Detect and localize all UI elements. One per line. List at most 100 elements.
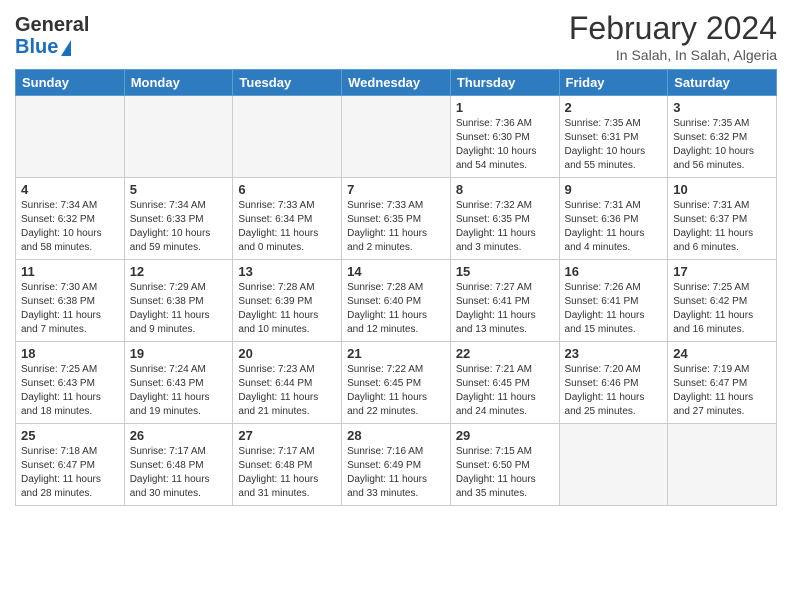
location-subtitle: In Salah, In Salah, Algeria (569, 47, 777, 63)
calendar-cell: 16Sunrise: 7:26 AMSunset: 6:41 PMDayligh… (559, 260, 668, 342)
logo-text-area: General Blue (15, 14, 89, 59)
day-info: Sunrise: 7:35 AMSunset: 6:32 PMDaylight:… (673, 117, 771, 173)
calendar-cell (233, 96, 342, 178)
day-number: 9 (565, 182, 663, 197)
day-info: Sunrise: 7:25 AMSunset: 6:42 PMDaylight:… (673, 281, 771, 337)
calendar-cell (124, 96, 233, 178)
calendar-cell: 23 Sunrise: 7:20 AMSunset: 6:46 PMDayligh… (559, 342, 668, 424)
day-header-friday: Friday (559, 70, 668, 96)
day-info: Sunrise: 7:34 AMSunset: 6:32 PMDaylight:… (21, 199, 119, 255)
page-container: General Blue February 2024 In Salah, In … (0, 0, 792, 516)
logo-general: General (15, 14, 89, 36)
calendar-cell: 3 Sunrise: 7:35 AMSunset: 6:32 PMDaylight… (668, 96, 777, 178)
day-info: Sunrise: 7:27 AMSunset: 6:41 PMDaylight:… (456, 281, 554, 337)
day-info: Sunrise: 7:24 AMSunset: 6:43 PMDaylight:… (130, 363, 228, 419)
header-area: General Blue February 2024 In Salah, In … (15, 10, 777, 63)
day-info: Sunrise: 7:31 AMSunset: 6:37 PMDaylight:… (673, 199, 771, 255)
day-info: Sunrise: 7:16 AMSunset: 6:49 PMDaylight:… (347, 445, 445, 501)
calendar-cell: 19 Sunrise: 7:24 AMSunset: 6:43 PMDayligh… (124, 342, 233, 424)
day-info: Sunrise: 7:33 AMSunset: 6:34 PMDaylight:… (238, 199, 336, 255)
day-info: Sunrise: 7:15 AMSunset: 6:50 PMDaylight:… (456, 445, 554, 501)
calendar-cell: 18 Sunrise: 7:25 AMSunset: 6:43 PMDayligh… (16, 342, 125, 424)
day-number: 28 (347, 428, 445, 443)
day-number: 14 (347, 264, 445, 279)
day-number: 10 (673, 182, 771, 197)
week-row-1: 1Sunrise: 7:36 AMSunset: 6:30 PMDaylight… (16, 96, 777, 178)
day-number: 29 (456, 428, 554, 443)
day-number: 15 (456, 264, 554, 279)
day-header-tuesday: Tuesday (233, 70, 342, 96)
day-number: 17 (673, 264, 771, 279)
day-info: Sunrise: 7:26 AMSunset: 6:41 PMDaylight:… (565, 281, 663, 337)
calendar-cell: 14Sunrise: 7:28 AMSunset: 6:40 PMDayligh… (342, 260, 451, 342)
calendar-cell (16, 96, 125, 178)
day-header-sunday: Sunday (16, 70, 125, 96)
day-header-wednesday: Wednesday (342, 70, 451, 96)
calendar-cell: 1Sunrise: 7:36 AMSunset: 6:30 PMDaylight… (450, 96, 559, 178)
day-info: Sunrise: 7:34 AMSunset: 6:33 PMDaylight:… (130, 199, 228, 255)
calendar-cell (668, 424, 777, 506)
calendar-cell: 22 Sunrise: 7:21 AMSunset: 6:45 PMDayligh… (450, 342, 559, 424)
calendar-cell: 28 Sunrise: 7:16 AMSunset: 6:49 PMDayligh… (342, 424, 451, 506)
day-info: Sunrise: 7:21 AMSunset: 6:45 PMDaylight:… (456, 363, 554, 419)
day-info: Sunrise: 7:28 AMSunset: 6:39 PMDaylight:… (238, 281, 336, 337)
calendar-cell: 6 Sunrise: 7:33 AMSunset: 6:34 PMDaylight… (233, 178, 342, 260)
day-header-saturday: Saturday (668, 70, 777, 96)
calendar-cell: 8Sunrise: 7:32 AMSunset: 6:35 PMDaylight… (450, 178, 559, 260)
day-info: Sunrise: 7:33 AMSunset: 6:35 PMDaylight:… (347, 199, 445, 255)
title-area: February 2024 In Salah, In Salah, Algeri… (569, 10, 777, 63)
calendar-table: SundayMondayTuesdayWednesdayThursdayFrid… (15, 69, 777, 506)
day-number: 13 (238, 264, 336, 279)
day-info: Sunrise: 7:18 AMSunset: 6:47 PMDaylight:… (21, 445, 119, 501)
day-number: 22 (456, 346, 554, 361)
calendar-cell: 12 Sunrise: 7:29 AMSunset: 6:38 PMDayligh… (124, 260, 233, 342)
day-number: 2 (565, 100, 663, 115)
calendar-cell: 4 Sunrise: 7:34 AMSunset: 6:32 PMDaylight… (16, 178, 125, 260)
week-row-4: 18 Sunrise: 7:25 AMSunset: 6:43 PMDayligh… (16, 342, 777, 424)
calendar-cell: 21 Sunrise: 7:22 AMSunset: 6:45 PMDayligh… (342, 342, 451, 424)
day-number: 7 (347, 182, 445, 197)
calendar-cell: 17 Sunrise: 7:25 AMSunset: 6:42 PMDayligh… (668, 260, 777, 342)
day-number: 5 (130, 182, 228, 197)
day-header-thursday: Thursday (450, 70, 559, 96)
day-number: 19 (130, 346, 228, 361)
day-number: 12 (130, 264, 228, 279)
day-info: Sunrise: 7:30 AMSunset: 6:38 PMDaylight:… (21, 281, 119, 337)
day-info: Sunrise: 7:20 AMSunset: 6:46 PMDaylight:… (565, 363, 663, 419)
day-number: 11 (21, 264, 119, 279)
logo-blue: Blue (15, 36, 58, 59)
calendar-cell (342, 96, 451, 178)
calendar-cell: 26Sunrise: 7:17 AMSunset: 6:48 PMDayligh… (124, 424, 233, 506)
calendar-cell: 15 Sunrise: 7:27 AMSunset: 6:41 PMDayligh… (450, 260, 559, 342)
day-number: 20 (238, 346, 336, 361)
day-number: 3 (673, 100, 771, 115)
week-row-2: 4 Sunrise: 7:34 AMSunset: 6:32 PMDaylight… (16, 178, 777, 260)
day-info: Sunrise: 7:19 AMSunset: 6:47 PMDaylight:… (673, 363, 771, 419)
day-number: 18 (21, 346, 119, 361)
day-number: 27 (238, 428, 336, 443)
calendar-cell: 24 Sunrise: 7:19 AMSunset: 6:47 PMDayligh… (668, 342, 777, 424)
day-headers-row: SundayMondayTuesdayWednesdayThursdayFrid… (16, 70, 777, 96)
day-number: 24 (673, 346, 771, 361)
calendar-cell: 13 Sunrise: 7:28 AMSunset: 6:39 PMDayligh… (233, 260, 342, 342)
day-info: Sunrise: 7:35 AMSunset: 6:31 PMDaylight:… (565, 117, 663, 173)
calendar-cell: 29 Sunrise: 7:15 AMSunset: 6:50 PMDayligh… (450, 424, 559, 506)
logo-triangle-icon (61, 40, 71, 56)
day-info: Sunrise: 7:22 AMSunset: 6:45 PMDaylight:… (347, 363, 445, 419)
day-number: 21 (347, 346, 445, 361)
day-number: 4 (21, 182, 119, 197)
calendar-cell: 9Sunrise: 7:31 AMSunset: 6:36 PMDaylight… (559, 178, 668, 260)
calendar-cell: 7 Sunrise: 7:33 AMSunset: 6:35 PMDaylight… (342, 178, 451, 260)
calendar-cell (559, 424, 668, 506)
logo: General Blue (15, 14, 89, 59)
month-title: February 2024 (569, 10, 777, 47)
day-info: Sunrise: 7:36 AMSunset: 6:30 PMDaylight:… (456, 117, 554, 173)
calendar-cell: 5 Sunrise: 7:34 AMSunset: 6:33 PMDaylight… (124, 178, 233, 260)
day-number: 23 (565, 346, 663, 361)
calendar-cell: 2 Sunrise: 7:35 AMSunset: 6:31 PMDaylight… (559, 96, 668, 178)
day-header-monday: Monday (124, 70, 233, 96)
day-info: Sunrise: 7:29 AMSunset: 6:38 PMDaylight:… (130, 281, 228, 337)
day-info: Sunrise: 7:25 AMSunset: 6:43 PMDaylight:… (21, 363, 119, 419)
day-number: 6 (238, 182, 336, 197)
calendar-cell: 10 Sunrise: 7:31 AMSunset: 6:37 PMDayligh… (668, 178, 777, 260)
